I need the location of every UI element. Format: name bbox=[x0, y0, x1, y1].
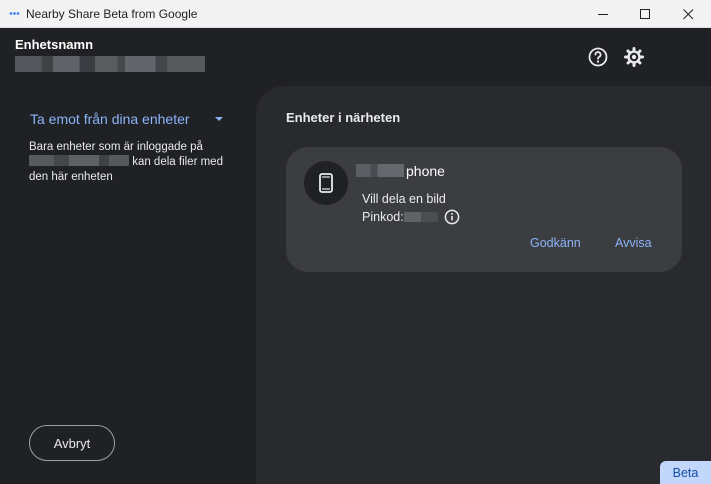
device-name-redacted bbox=[15, 56, 205, 72]
close-button[interactable] bbox=[665, 0, 711, 28]
device-name-label: Enhetsnamn bbox=[15, 37, 94, 52]
close-icon bbox=[682, 8, 693, 19]
minimize-icon bbox=[597, 13, 608, 15]
sender-name-redacted bbox=[356, 164, 404, 177]
caret-down-icon[interactable] bbox=[214, 116, 224, 122]
nearby-share-icon bbox=[9, 12, 20, 15]
pin-label: Pinkod: bbox=[362, 210, 404, 224]
minimize-button[interactable] bbox=[580, 0, 626, 28]
receive-description: Bara enheter som är inloggade på kan del… bbox=[29, 141, 223, 183]
cancel-button[interactable]: Avbryt bbox=[29, 425, 115, 461]
account-redacted bbox=[29, 155, 129, 166]
accept-button[interactable]: Godkänn bbox=[530, 236, 581, 250]
maximize-button[interactable] bbox=[622, 0, 668, 28]
nearby-devices-title: Enheter i närheten bbox=[286, 110, 401, 125]
window-title: Nearby Share Beta from Google bbox=[26, 7, 198, 21]
info-icon[interactable] bbox=[444, 209, 460, 225]
beta-badge: Beta bbox=[660, 461, 711, 484]
nearby-devices-panel: Enheter i närheten phone Vill dela en bi… bbox=[256, 86, 711, 484]
gear-icon[interactable] bbox=[623, 46, 645, 68]
device-avatar bbox=[304, 161, 348, 205]
phone-icon bbox=[319, 173, 333, 193]
share-description: Vill dela en bild bbox=[362, 192, 446, 206]
help-icon[interactable] bbox=[587, 46, 609, 68]
decline-button[interactable]: Avvisa bbox=[615, 236, 652, 250]
title-bar: Nearby Share Beta from Google bbox=[0, 0, 711, 28]
share-request-card: phone Vill dela en bild Pinkod: Godkänn … bbox=[286, 147, 682, 272]
maximize-icon bbox=[639, 8, 650, 19]
receive-mode-dropdown[interactable]: Ta emot från dina enheter bbox=[30, 111, 190, 127]
pin-redacted bbox=[404, 212, 438, 222]
sender-device-name: phone bbox=[406, 163, 445, 179]
